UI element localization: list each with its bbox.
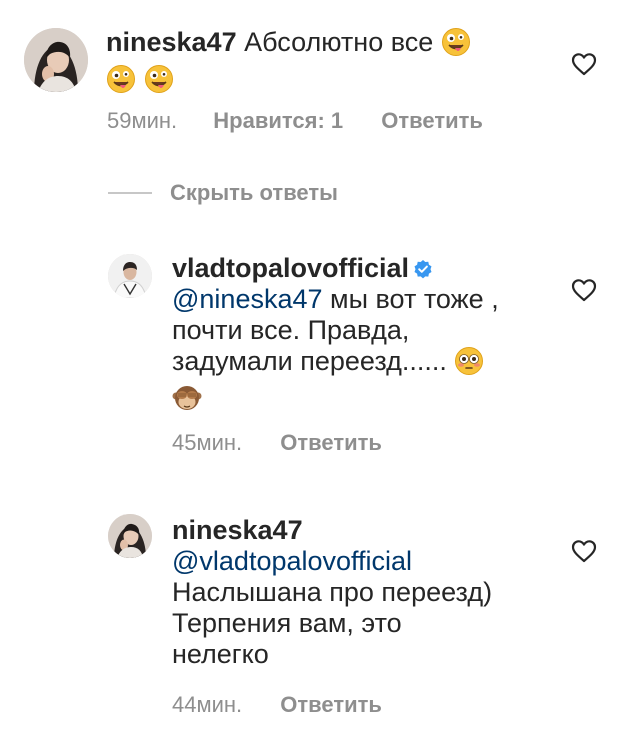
avatar[interactable] (108, 254, 152, 298)
zany-face-emoji-icon (144, 64, 174, 101)
reply-username[interactable]: nineska47 (172, 515, 303, 545)
reply-button[interactable]: Ответить (280, 692, 382, 718)
heart-icon[interactable] (571, 539, 597, 563)
replies-divider (108, 192, 152, 194)
reply-timestamp: 44мин. (172, 692, 243, 717)
see-no-evil-monkey-emoji-icon (172, 383, 202, 420)
reply-body-line: задумали переезд...... (172, 346, 447, 376)
user-avatar-photo-icon (24, 28, 88, 92)
reply-body-line: почти все. Правда, (172, 315, 410, 345)
flushed-face-emoji-icon (454, 346, 484, 383)
reply-body-line: Наслышана про переезд) (172, 577, 493, 607)
verified-badge-icon (413, 255, 433, 279)
reply-button[interactable]: Ответить (280, 430, 382, 456)
reply-body-line: нелегко (172, 639, 269, 669)
reply-username[interactable]: vladtopalovofficial (172, 253, 409, 283)
zany-face-emoji-icon (441, 27, 471, 64)
reply-text: nineska47 @vladtopalovofficial Наслышана… (172, 515, 572, 670)
reply-meta: 45мин. Ответить (172, 430, 382, 456)
comment-text: nineska47 Абсолютно все (106, 27, 526, 101)
user-avatar-photo-icon (108, 514, 152, 558)
hide-replies-button[interactable]: Скрыть ответы (170, 180, 338, 206)
mention-link[interactable]: @nineska47 (172, 284, 323, 314)
reply-timestamp: 45мин. (172, 430, 243, 455)
heart-icon[interactable] (571, 52, 597, 76)
reply-button[interactable]: Ответить (381, 108, 483, 134)
reply-body-line: Терпения вам, это (172, 608, 402, 638)
reply-body-line: мы вот тоже , (330, 284, 499, 314)
avatar[interactable] (24, 28, 88, 92)
mention-link[interactable]: @vladtopalovofficial (172, 546, 412, 576)
comment-meta: 59мин. Нравится: 1 Ответить (107, 108, 483, 134)
heart-icon[interactable] (571, 278, 597, 302)
comment-body: Абсолютно все (244, 27, 434, 57)
user-avatar-photo-icon (108, 254, 152, 298)
comment-username[interactable]: nineska47 (106, 27, 237, 57)
zany-face-emoji-icon (106, 64, 136, 101)
avatar[interactable] (108, 514, 152, 558)
reply-meta: 44мин. Ответить (172, 692, 382, 718)
likes-count-button[interactable]: Нравится: 1 (213, 108, 343, 134)
reply-text: vladtopalovofficial @nineska47 мы вот то… (172, 253, 572, 420)
comment-timestamp: 59мин. (107, 108, 178, 133)
